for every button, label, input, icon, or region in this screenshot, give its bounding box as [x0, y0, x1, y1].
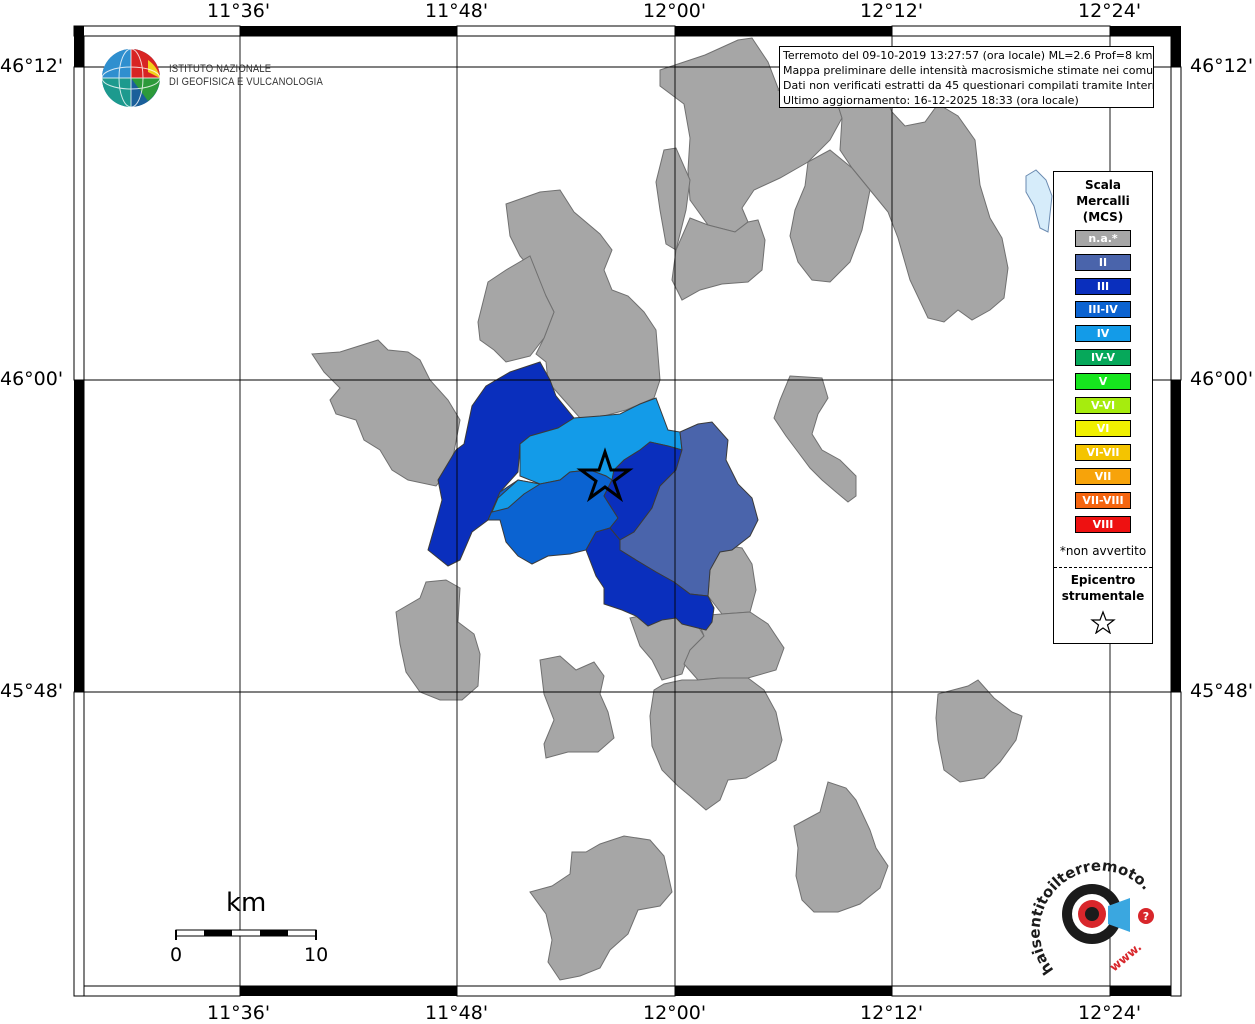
ingv-logo-icon — [101, 48, 161, 108]
hst-logo-text: haisentitoilterremoto.it www. — [1030, 852, 1155, 978]
legend-epicenter-line: Epicentro — [1070, 573, 1136, 587]
legend-title-line: (MCS) — [1082, 210, 1124, 224]
event-info-line: Mappa preliminare delle intensità macros… — [783, 64, 1154, 77]
bottom-tick-label: 12°24' — [1078, 1002, 1142, 1024]
legend-item: III — [1075, 277, 1131, 295]
top-tick-label: 11°48' — [425, 0, 489, 22]
legend-item: III-IV — [1075, 301, 1131, 319]
legend-item: VI — [1075, 420, 1131, 438]
scale-bar-min: 0 — [170, 944, 183, 966]
intensity-legend: Scala Mercalli (MCS) n.a.* II III III-IV IV I… — [1053, 171, 1153, 644]
legend-title-line: Scala — [1084, 178, 1122, 192]
right-tick-label: 46°12' — [1190, 55, 1254, 77]
event-info-line: Dati non verificati estratti da 45 quest… — [783, 79, 1154, 92]
legend-item: VII — [1075, 468, 1131, 485]
legend-item: V — [1075, 372, 1131, 390]
legend-note: *non avvertito — [1059, 544, 1147, 558]
legend-epicenter-label: Epicentro strumentale — [1054, 572, 1152, 604]
hst-logo-prefix: www. — [1107, 940, 1144, 975]
ingv-line1: ISTITUTO NAZIONALE — [169, 63, 272, 75]
legend-item: VI-VII — [1075, 444, 1131, 462]
legend-epicenter-line: strumentale — [1061, 589, 1145, 603]
svg-text:haisentitoilterremoto.it: haisentitoilterremoto.it — [1030, 852, 1155, 978]
bottom-tick-label: 11°36' — [207, 1002, 271, 1024]
top-tick-label: 12°24' — [1078, 0, 1142, 22]
legend-title-line: Mercalli — [1076, 194, 1130, 208]
scale-bar-max: 10 — [304, 944, 329, 966]
top-tick-label: 12°12' — [860, 0, 924, 22]
legend-item: II — [1075, 253, 1131, 271]
event-info-line: Terremoto del 09-10-2019 13:27:57 (ora l… — [783, 49, 1153, 62]
legend-title: Scala Mercalli (MCS) — [1054, 177, 1152, 225]
top-tick-label: 11°36' — [207, 0, 271, 22]
legend-separator — [1054, 567, 1152, 568]
right-tick-label: 45°48' — [1190, 680, 1254, 702]
legend-item: VII-VIII — [1075, 491, 1131, 509]
legend-item: IV — [1075, 325, 1131, 343]
left-tick-label: 46°00' — [0, 368, 64, 390]
legend-item: IV-V — [1075, 349, 1131, 366]
event-info-line: Ultimo aggiornamento: 16-12-2025 18:33 (… — [783, 94, 1079, 107]
legend-item: V-VI — [1075, 396, 1131, 414]
top-tick-label: 12°00' — [643, 0, 707, 22]
scale-bar-title: km — [226, 888, 267, 918]
hst-logo-label: haisentitoilterremoto.it — [1030, 852, 1155, 978]
bottom-tick-label: 12°00' — [643, 1002, 707, 1024]
legend-star-icon — [1090, 610, 1116, 634]
bottom-tick-label: 11°48' — [425, 1002, 489, 1024]
left-tick-label: 45°48' — [0, 680, 64, 702]
ingv-logo-text: ISTITUTO NAZIONALE DI GEOFISICA E VULCAN… — [169, 63, 323, 89]
legend-item: n.a.* — [1075, 230, 1131, 247]
bottom-tick-label: 12°12' — [860, 1002, 924, 1024]
right-tick-label: 46°00' — [1190, 368, 1254, 390]
left-tick-label: 46°12' — [0, 55, 64, 77]
event-info-box: Terremoto del 09-10-2019 13:27:57 (ora l… — [779, 46, 1154, 108]
legend-item: VIII — [1075, 515, 1131, 533]
ingv-line2: DI GEOFISICA E VULCANOLOGIA — [169, 76, 323, 88]
